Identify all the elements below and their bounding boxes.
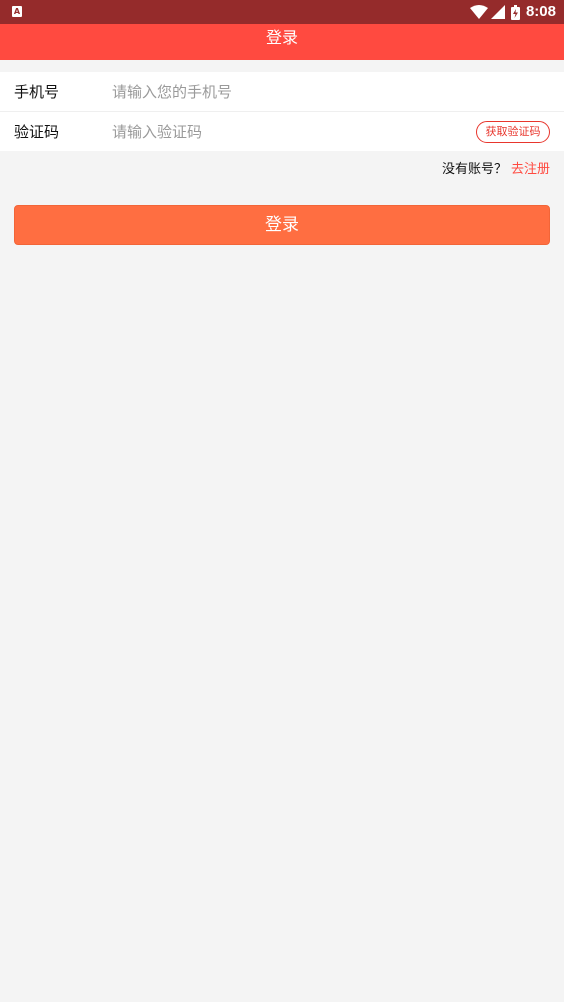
- register-link[interactable]: 去注册: [511, 162, 550, 177]
- status-bar: A 8:08: [0, 0, 564, 24]
- phone-input[interactable]: [112, 80, 452, 104]
- notification-app-icon: A: [12, 6, 22, 17]
- cell-signal-icon: [490, 5, 505, 19]
- code-input[interactable]: [112, 120, 412, 144]
- login-form: 手机号 验证码 获取验证码: [0, 72, 564, 151]
- status-time: 8:08: [525, 3, 556, 20]
- login-button[interactable]: 登录: [14, 205, 550, 245]
- register-prompt: 没有账号？: [441, 162, 507, 177]
- code-label: 验证码: [14, 123, 60, 141]
- phone-row: 手机号: [0, 72, 564, 112]
- get-code-button[interactable]: 获取验证码: [476, 121, 550, 143]
- status-icons: 8:08: [469, 0, 556, 24]
- app-bar: 登录: [0, 24, 564, 60]
- battery-charging-icon: [510, 4, 520, 20]
- register-line: 没有账号？ 去注册: [442, 160, 550, 180]
- page-title: 登录: [265, 28, 298, 47]
- wifi-icon: [469, 5, 488, 19]
- phone-label: 手机号: [14, 83, 60, 101]
- code-row: 验证码 获取验证码: [0, 112, 564, 152]
